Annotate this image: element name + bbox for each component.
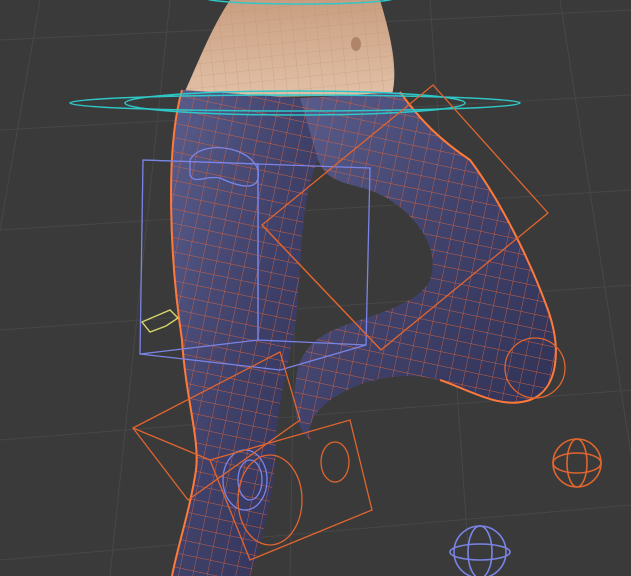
orange-gizmo-sphere[interactable] — [552, 438, 602, 488]
blue-gizmo-sphere[interactable] — [449, 525, 511, 576]
torso-mesh[interactable] — [182, 0, 395, 98]
3d-viewport[interactable] — [0, 0, 631, 576]
yellow-bone-marker[interactable] — [140, 309, 180, 333]
navel — [351, 37, 361, 51]
viewport-canvas[interactable] — [0, 0, 631, 576]
